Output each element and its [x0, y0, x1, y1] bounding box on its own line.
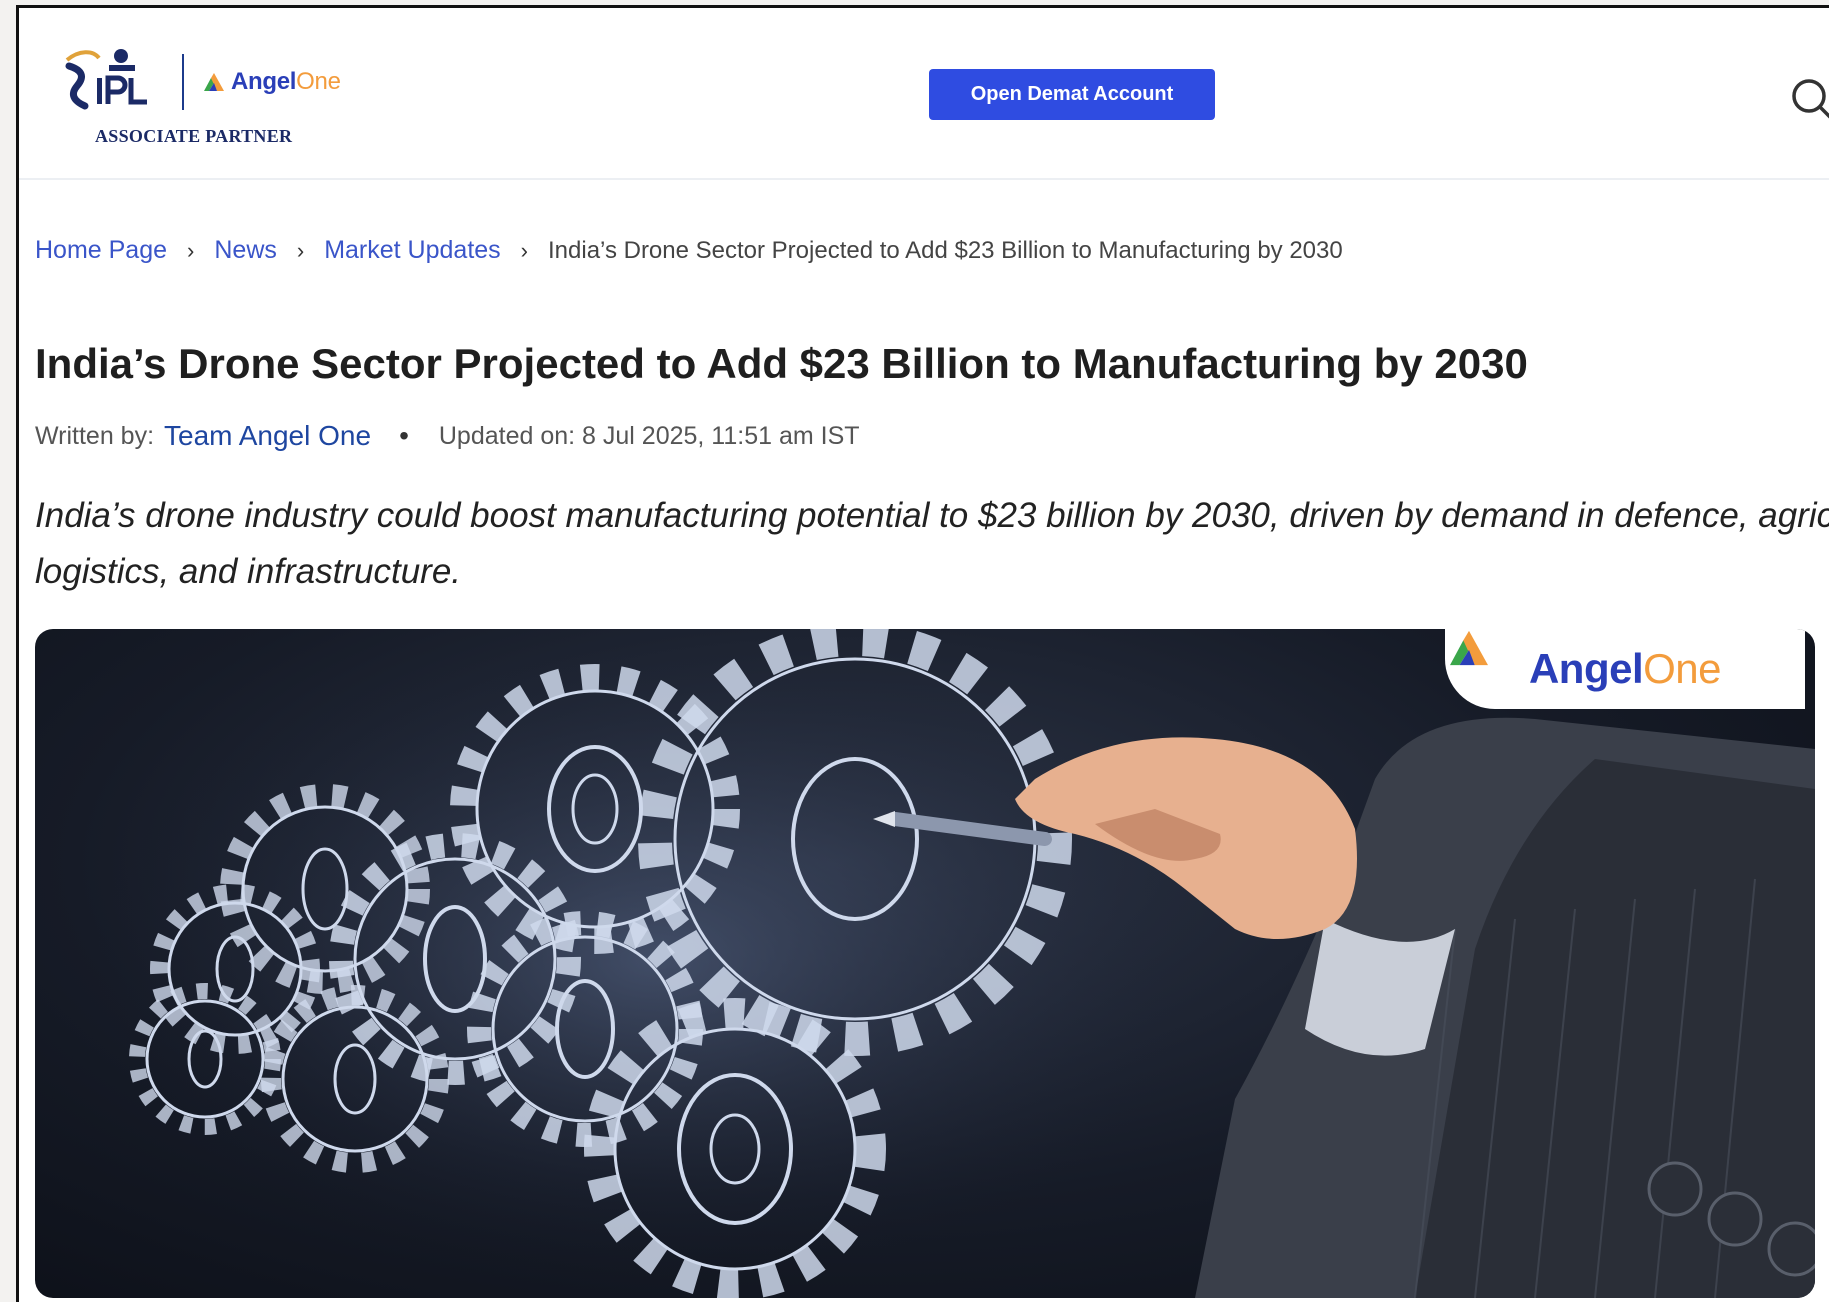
browser-frame: AngelOne ASSOCIATE PARTNER Open Demat Ac… [16, 5, 1829, 1302]
meta-separator: • [399, 420, 409, 451]
breadcrumb: Home Page › News › Market Updates › Indi… [35, 236, 1343, 265]
hero-angelone-badge: AngelOne [1445, 629, 1805, 709]
open-demat-account-button[interactable]: Open Demat Account [929, 69, 1215, 120]
article-summary: India’s drone industry could boost manuf… [35, 496, 1829, 591]
hero-angelone-wordmark: AngelOne [1528, 645, 1722, 692]
article-meta: Written by: Team Angel One • Updated on:… [35, 420, 860, 452]
updated-timestamp: Updated on: 8 Jul 2025, 11:51 am IST [438, 421, 860, 450]
breadcrumb-market-updates-link[interactable]: Market Updates [324, 236, 500, 265]
logo-divider [182, 54, 184, 110]
ipl-logo-icon [65, 49, 147, 110]
breadcrumb-news-link[interactable]: News [214, 236, 277, 265]
site-header: AngelOne ASSOCIATE PARTNER Open Demat Ac… [19, 8, 1829, 180]
logo-group[interactable]: AngelOne ASSOCIATE PARTNER [47, 46, 367, 156]
breadcrumb-separator: › [187, 237, 195, 263]
search-icon[interactable] [1789, 74, 1829, 124]
angelone-logo-icon [204, 73, 224, 91]
breadcrumb-current: India’s Drone Sector Projected to Add $2… [548, 236, 1343, 264]
breadcrumb-home-link[interactable]: Home Page [35, 236, 167, 265]
author-link[interactable]: Team Angel One [164, 420, 371, 452]
breadcrumb-separator: › [296, 237, 305, 263]
written-by-label: Written by: [35, 421, 155, 450]
gears-illustration [95, 629, 1815, 1298]
hero-image: AngelOne [35, 629, 1815, 1298]
angelone-partner-logo: AngelOne [202, 68, 341, 96]
angelone-wordmark: AngelOne [231, 68, 341, 95]
breadcrumb-separator: › [520, 237, 528, 263]
angelone-logo-icon [1450, 630, 1488, 666]
article-title: India’s Drone Sector Projected to Add $2… [35, 340, 1528, 387]
associate-partner-label: ASSOCIATE PARTNER [95, 126, 293, 146]
